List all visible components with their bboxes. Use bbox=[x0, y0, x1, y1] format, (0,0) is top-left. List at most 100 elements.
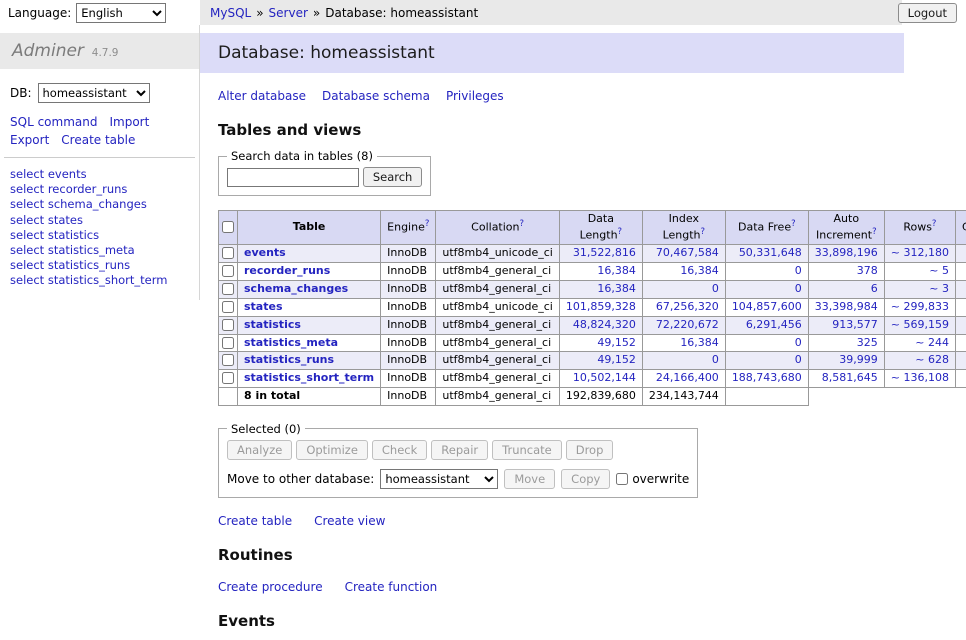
row-checkbox[interactable] bbox=[222, 301, 234, 313]
sidebar-table-link[interactable]: select statistics bbox=[10, 228, 189, 243]
auto-increment-link[interactable]: 8,581,645 bbox=[822, 371, 878, 384]
optimize-button[interactable]: Optimize bbox=[296, 440, 368, 460]
rows-link[interactable]: ~ 569,159 bbox=[891, 318, 949, 331]
index-length-link[interactable]: 16,384 bbox=[680, 264, 719, 277]
logout-button[interactable]: Logout bbox=[898, 3, 957, 23]
sidebar-table-link[interactable]: select statistics_short_term bbox=[10, 273, 189, 288]
action-link-alter-database[interactable]: Alter database bbox=[218, 89, 306, 103]
table-name-link[interactable]: states bbox=[244, 300, 283, 313]
row-checkbox[interactable] bbox=[222, 283, 234, 295]
index-length-link[interactable]: 72,220,672 bbox=[656, 318, 719, 331]
breadcrumb-link-server[interactable]: Server bbox=[269, 6, 308, 20]
data-free-link[interactable]: 0 bbox=[795, 282, 802, 295]
rows-link[interactable]: ~ 299,833 bbox=[891, 300, 949, 313]
table-name-link[interactable]: statistics_short_term bbox=[244, 371, 374, 384]
sidebar-table-link[interactable]: select schema_changes bbox=[10, 197, 189, 212]
check-button[interactable]: Check bbox=[372, 440, 427, 460]
db-select[interactable]: homeassistant bbox=[38, 83, 150, 103]
row-checkbox[interactable] bbox=[222, 354, 234, 366]
column-header-comment[interactable]: Comment? bbox=[955, 211, 966, 245]
sidebar-link-sql-command[interactable]: SQL command bbox=[10, 115, 97, 129]
repair-button[interactable]: Repair bbox=[431, 440, 488, 460]
create-table-link[interactable]: Create table bbox=[218, 514, 292, 528]
row-checkbox[interactable] bbox=[222, 247, 234, 259]
auto-increment-link[interactable]: 378 bbox=[857, 264, 878, 277]
create-view-link[interactable]: Create view bbox=[314, 514, 385, 528]
sidebar-table-link[interactable]: select states bbox=[10, 213, 189, 228]
data-free-link[interactable]: 50,331,648 bbox=[739, 246, 802, 259]
data-length-link[interactable]: 101,859,328 bbox=[566, 300, 636, 313]
table-name-link[interactable]: schema_changes bbox=[244, 282, 348, 295]
breadcrumb-link-mysql[interactable]: MySQL bbox=[210, 6, 251, 20]
data-free-link[interactable]: 104,857,600 bbox=[732, 300, 802, 313]
analyze-button[interactable]: Analyze bbox=[227, 440, 292, 460]
data-length-link[interactable]: 49,152 bbox=[597, 336, 636, 349]
data-length-link[interactable]: 16,384 bbox=[597, 264, 636, 277]
sidebar-link-create-table[interactable]: Create table bbox=[61, 133, 135, 147]
language-select[interactable]: English bbox=[76, 3, 166, 23]
data-free-link[interactable]: 188,743,680 bbox=[732, 371, 802, 384]
action-link-privileges[interactable]: Privileges bbox=[446, 89, 504, 103]
data-length-link[interactable]: 49,152 bbox=[597, 353, 636, 366]
rows-link[interactable]: ~ 628 bbox=[915, 353, 949, 366]
index-length-link[interactable]: 0 bbox=[712, 282, 719, 295]
column-header-table[interactable]: Table bbox=[238, 211, 381, 245]
row-checkbox[interactable] bbox=[222, 372, 234, 384]
auto-increment-link[interactable]: 33,898,196 bbox=[815, 246, 878, 259]
index-length-link[interactable]: 70,467,584 bbox=[656, 246, 719, 259]
sidebar-table-link[interactable]: select statistics_meta bbox=[10, 243, 189, 258]
search-input[interactable] bbox=[227, 168, 359, 187]
row-checkbox[interactable] bbox=[222, 337, 234, 349]
column-header-index-length[interactable]: Index Length? bbox=[642, 211, 725, 245]
copy-button[interactable]: Copy bbox=[561, 469, 610, 489]
move-db-select[interactable]: homeassistant bbox=[380, 469, 498, 489]
truncate-button[interactable]: Truncate bbox=[492, 440, 562, 460]
rows-link[interactable]: ~ 136,108 bbox=[891, 371, 949, 384]
data-length-link[interactable]: 16,384 bbox=[597, 282, 636, 295]
column-header-engine[interactable]: Engine? bbox=[381, 211, 436, 245]
drop-button[interactable]: Drop bbox=[566, 440, 614, 460]
create-function-link[interactable]: Create function bbox=[345, 580, 438, 594]
column-header-data-length[interactable]: Data Length? bbox=[559, 211, 642, 245]
data-free-link[interactable]: 0 bbox=[795, 353, 802, 366]
data-length-link[interactable]: 10,502,144 bbox=[573, 371, 636, 384]
index-length-link[interactable]: 16,384 bbox=[680, 336, 719, 349]
table-name-link[interactable]: events bbox=[244, 246, 286, 259]
table-name-link[interactable]: statistics bbox=[244, 318, 301, 331]
table-name-link[interactable]: statistics_runs bbox=[244, 353, 334, 366]
overwrite-label[interactable]: overwrite bbox=[632, 472, 689, 486]
index-length-link[interactable]: 24,166,400 bbox=[656, 371, 719, 384]
sidebar-table-link[interactable]: select statistics_runs bbox=[10, 258, 189, 273]
column-header-rows[interactable]: Rows? bbox=[884, 211, 955, 245]
sidebar-table-link[interactable]: select recorder_runs bbox=[10, 182, 189, 197]
auto-increment-link[interactable]: 39,999 bbox=[839, 353, 878, 366]
sidebar-table-link[interactable]: select events bbox=[10, 167, 189, 182]
sidebar-link-export[interactable]: Export bbox=[10, 133, 49, 147]
column-header-data-free[interactable]: Data Free? bbox=[725, 211, 808, 245]
index-length-link[interactable]: 0 bbox=[712, 353, 719, 366]
table-name-link[interactable]: recorder_runs bbox=[244, 264, 330, 277]
row-checkbox[interactable] bbox=[222, 319, 234, 331]
table-name-link[interactable]: statistics_meta bbox=[244, 336, 338, 349]
action-link-database-schema[interactable]: Database schema bbox=[322, 89, 430, 103]
data-free-link[interactable]: 6,291,456 bbox=[746, 318, 802, 331]
auto-increment-link[interactable]: 33,398,984 bbox=[815, 300, 878, 313]
index-length-link[interactable]: 67,256,320 bbox=[656, 300, 719, 313]
data-length-link[interactable]: 31,522,816 bbox=[573, 246, 636, 259]
overwrite-checkbox[interactable] bbox=[616, 473, 628, 485]
rows-link[interactable]: ~ 5 bbox=[929, 264, 949, 277]
data-length-link[interactable]: 48,824,320 bbox=[573, 318, 636, 331]
rows-link[interactable]: ~ 3 bbox=[929, 282, 949, 295]
column-header-collation[interactable]: Collation? bbox=[436, 211, 559, 245]
row-checkbox[interactable] bbox=[222, 265, 234, 277]
rows-link[interactable]: ~ 244 bbox=[915, 336, 949, 349]
data-free-link[interactable]: 0 bbox=[795, 264, 802, 277]
auto-increment-link[interactable]: 6 bbox=[871, 282, 878, 295]
select-all-checkbox[interactable] bbox=[222, 221, 234, 233]
move-button[interactable]: Move bbox=[504, 469, 555, 489]
auto-increment-link[interactable]: 325 bbox=[857, 336, 878, 349]
search-button[interactable]: Search bbox=[363, 167, 423, 187]
data-free-link[interactable]: 0 bbox=[795, 336, 802, 349]
create-procedure-link[interactable]: Create procedure bbox=[218, 580, 323, 594]
column-header-auto-increment[interactable]: Auto Increment? bbox=[808, 211, 884, 245]
